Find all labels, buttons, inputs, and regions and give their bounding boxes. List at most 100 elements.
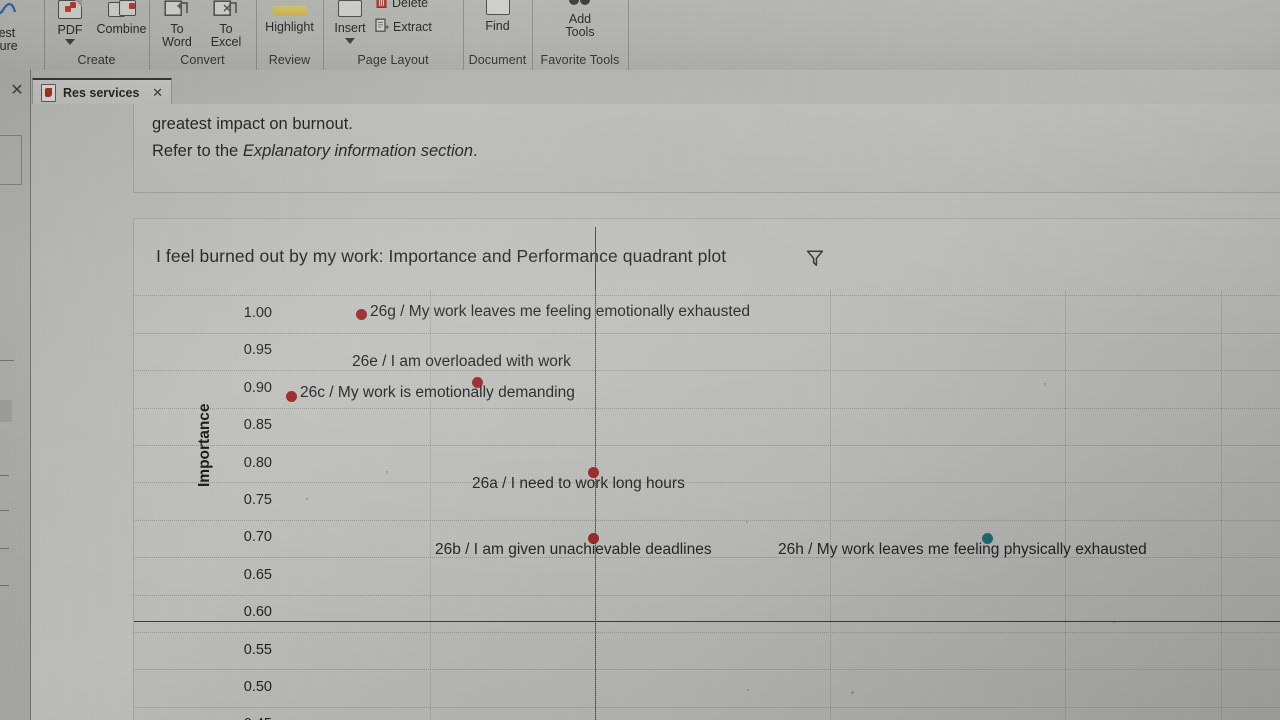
image-speck bbox=[306, 498, 308, 500]
image-speck bbox=[1113, 621, 1115, 623]
request-signature-label: questnature bbox=[0, 26, 18, 53]
pdf-page: greatest impact on burnout. Refer to the… bbox=[31, 104, 1280, 720]
y-axis-tick-label: 0.45 bbox=[224, 716, 272, 720]
close-icon[interactable]: ✕ bbox=[152, 85, 163, 101]
delete-page-button[interactable]: Delete bbox=[375, 0, 461, 12]
find-icon bbox=[463, 0, 532, 18]
to-word-icon bbox=[153, 0, 201, 21]
ribbon-group-create: PDF Combine Create bbox=[44, 0, 150, 70]
ribbon-group-document: Find Document bbox=[463, 0, 533, 70]
ribbon-toolbar: questnature PDF bbox=[0, 0, 1280, 70]
gridline-horizontal bbox=[134, 482, 1280, 484]
combine-icon bbox=[94, 0, 149, 21]
navigation-sidebar[interactable] bbox=[0, 70, 31, 720]
to-word-label: To Word bbox=[162, 22, 192, 49]
ribbon-group-review: Review Highlight Review bbox=[256, 0, 324, 70]
y-axis-tick-label: 0.75 bbox=[243, 492, 272, 508]
chart-title: I feel burned out by my work: Importance… bbox=[156, 246, 727, 266]
intro-text-block: greatest impact on burnout. Refer to the… bbox=[133, 104, 1280, 193]
gridline-horizontal bbox=[134, 631, 1280, 633]
create-pdf-button[interactable]: PDF bbox=[46, 0, 94, 45]
sidebar-tick bbox=[0, 585, 9, 586]
document-tab-label: Res services bbox=[63, 86, 140, 100]
insert-page-button[interactable]: Insert bbox=[325, 0, 375, 44]
gridline-horizontal bbox=[134, 332, 1280, 334]
data-point-26g[interactable] bbox=[355, 308, 367, 320]
image-speck bbox=[747, 689, 749, 691]
create-pdf-icon bbox=[46, 0, 94, 22]
ribbon-group-review-label: Review bbox=[268, 53, 311, 67]
filter-funnel-icon[interactable] bbox=[806, 249, 824, 267]
ribbon-group-favorite-tools-label: Favorite Tools bbox=[540, 53, 620, 67]
ribbon-group-page-layout: Insert Delete Extract Page Layout bbox=[323, 0, 464, 70]
combine-button[interactable]: Combine bbox=[94, 0, 149, 36]
extract-page-icon bbox=[375, 18, 389, 36]
image-speck bbox=[746, 521, 748, 523]
y-axis-tick-label: 0.90 bbox=[243, 379, 272, 396]
chevron-down-icon[interactable] bbox=[345, 38, 355, 44]
sidebar-thumbnail-placeholder bbox=[0, 135, 22, 185]
delete-page-label: Delete bbox=[392, 0, 429, 10]
y-axis-tick-label: 0.80 bbox=[243, 454, 272, 471]
highlight-button[interactable]: Review Highlight bbox=[256, 6, 323, 34]
sidebar-divider bbox=[0, 360, 14, 361]
horizontal-quadrant-axis bbox=[134, 621, 1280, 622]
y-axis-tick-label: 0.50 bbox=[243, 679, 272, 695]
y-axis-tick-label: 0.85 bbox=[243, 417, 272, 434]
data-point-label-26h: 26h / My work leaves me feeling physical… bbox=[778, 541, 1147, 558]
image-speck bbox=[851, 691, 854, 694]
chevron-down-icon[interactable] bbox=[65, 39, 75, 45]
to-excel-button[interactable]: To Excel bbox=[201, 0, 251, 49]
intro-line-2: Refer to the Explanatory information sec… bbox=[152, 142, 478, 161]
find-label: Find bbox=[485, 19, 510, 33]
gridline-horizontal bbox=[134, 519, 1280, 521]
add-tools-label: Add Tools bbox=[565, 12, 595, 39]
chart-card: I feel burned out by my work: Importance… bbox=[133, 218, 1280, 720]
ribbon-group-convert: To Word To Excel Convert bbox=[149, 0, 257, 70]
gridline-vertical bbox=[595, 291, 596, 720]
pdf-document-icon bbox=[41, 84, 56, 102]
data-point-label-26a: 26a / I need to work long hours bbox=[472, 475, 685, 492]
add-tools-button[interactable]: Add Tools bbox=[532, 0, 628, 39]
intro-suffix: . bbox=[473, 142, 478, 160]
gridline-horizontal bbox=[134, 444, 1280, 446]
close-icon[interactable]: ✕ bbox=[8, 82, 26, 100]
gridline-horizontal bbox=[134, 295, 1280, 297]
data-point-26c[interactable] bbox=[285, 390, 297, 402]
quadrant-scatter-plot: 1.00 0.95 0.90 0.85 0.80 0.75 0.70 0.65 0.60 0.55… bbox=[134, 227, 1280, 720]
to-excel-icon bbox=[201, 0, 251, 21]
ribbon-group-document-label: Document bbox=[468, 53, 527, 67]
extract-page-label: Extract bbox=[393, 19, 432, 34]
document-tab[interactable]: Res services ✕ bbox=[32, 78, 172, 106]
document-tab-bar: Res services ✕ bbox=[30, 70, 1280, 106]
ribbon-group-create-label: Create bbox=[77, 53, 116, 67]
y-axis-title: Importance bbox=[196, 403, 213, 487]
gridline-horizontal bbox=[134, 706, 1280, 708]
ribbon-group-favorite-tools: Add Tools Favorite Tools bbox=[532, 0, 629, 70]
to-word-button[interactable]: To Word bbox=[153, 0, 201, 49]
image-speck bbox=[386, 471, 388, 473]
gridline-horizontal bbox=[134, 407, 1280, 409]
gridline-horizontal bbox=[134, 594, 1280, 596]
ribbon-group-create-left: questnature bbox=[0, 0, 45, 70]
add-tools-icon bbox=[532, 0, 628, 11]
ribbon-group-convert-label: Convert bbox=[180, 53, 225, 67]
gridline-horizontal bbox=[134, 669, 1280, 671]
gridline-vertical bbox=[830, 291, 831, 720]
to-excel-label: To Excel bbox=[210, 22, 242, 49]
data-point-label-26c: 26c / My work is emotionally demanding bbox=[300, 384, 575, 401]
extract-page-button[interactable]: Extract bbox=[375, 18, 463, 36]
sidebar-tick bbox=[0, 475, 9, 476]
intro-line-1: greatest impact on burnout. bbox=[152, 115, 353, 133]
image-speck bbox=[1044, 383, 1046, 385]
y-axis-tick-label: 0.55 bbox=[243, 641, 272, 658]
request-signature-button[interactable]: questnature bbox=[0, 2, 44, 53]
sidebar-tick bbox=[0, 510, 9, 511]
intro-italic: Explanatory information section bbox=[242, 142, 474, 160]
find-button[interactable]: Find bbox=[463, 0, 532, 33]
y-axis-tick-label: 1.00 bbox=[243, 305, 272, 321]
sidebar-scroll-thumb[interactable] bbox=[0, 400, 12, 422]
intro-prefix: Refer to the bbox=[152, 142, 243, 160]
create-pdf-label: PDF bbox=[57, 23, 83, 37]
highlight-icon bbox=[256, 6, 323, 19]
